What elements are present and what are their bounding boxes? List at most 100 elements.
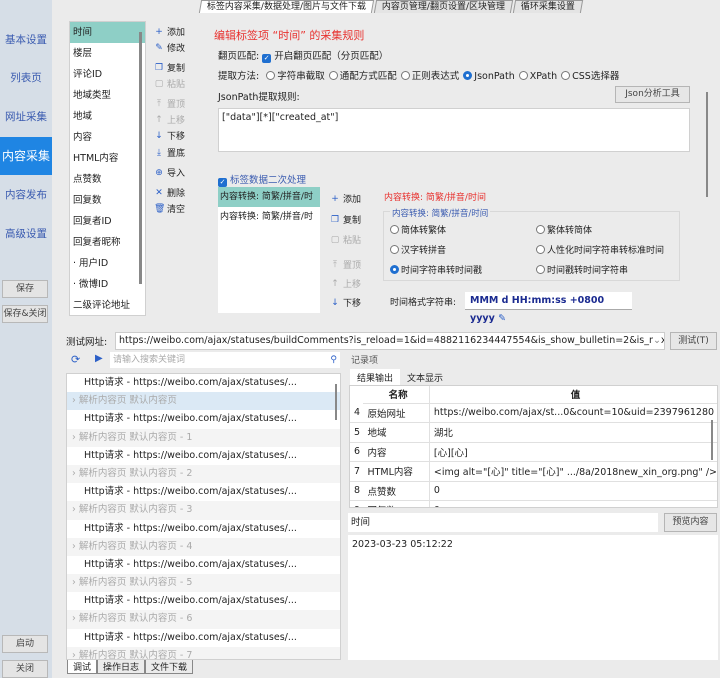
conversion-option[interactable]: 简体转繁体 [386, 223, 446, 236]
move-down-button[interactable]: ↓ 下移 [154, 129, 185, 143]
preview-button[interactable]: 预览内容 [664, 513, 717, 532]
chevron-right-icon[interactable]: › [72, 395, 79, 406]
tab-log[interactable]: 操作日志 [97, 660, 146, 674]
tree-http-node[interactable]: Http请求 - https://weibo.com/ajax/statuses… [67, 447, 340, 465]
tag-list-item[interactable]: 时间 [70, 22, 145, 43]
chevron-down-icon[interactable]: ⌄ [653, 333, 661, 349]
tab-debug[interactable]: 调试 [67, 660, 98, 674]
secondary-item[interactable]: 内容转换: 简繁/拼音/时 [218, 187, 320, 207]
tree-parse-node[interactable]: › 解析内容页 默认内容页 - 1 [67, 428, 340, 447]
tag-list-item[interactable]: 回复者昵称 [70, 232, 145, 253]
tree-http-node[interactable]: Http请求 - https://weibo.com/ajax/statuses… [67, 483, 340, 501]
tag-list-item[interactable]: · 用户ID [70, 253, 145, 274]
secondary-move-top-button[interactable]: ⤒ 置顶 [330, 258, 361, 272]
conversion-radio[interactable] [390, 225, 399, 234]
move-bottom-button[interactable]: ⤓ 置底 [154, 146, 185, 160]
sidebar-item-advanced[interactable]: 高级设置 [0, 216, 52, 252]
edit-button[interactable]: ✎ 修改 [154, 41, 185, 55]
conversion-option[interactable]: 人性化时间字符串转标准时间 [532, 243, 664, 256]
tree-parse-node[interactable]: › 解析内容页 默认内容页 - 6 [67, 610, 340, 629]
tab-content-page[interactable]: 内容页管理/翻页设置/区块管理 [373, 0, 514, 13]
secondary-checkbox[interactable]: ✓ [218, 178, 227, 187]
sidebar-item-basic[interactable]: 基本设置 [0, 22, 52, 58]
tree-parse-node[interactable]: › 解析内容页 默认内容页 - 2 [67, 464, 340, 484]
tag-list-item[interactable]: 地域类型 [70, 85, 145, 106]
save-button[interactable]: 保存 [2, 280, 48, 298]
secondary-paste-button[interactable]: ▢ 粘贴 [330, 233, 361, 247]
close-button[interactable]: 关闭 [2, 660, 48, 678]
tag-list-item[interactable]: 回复者ID [70, 211, 145, 232]
delete-button[interactable]: ✕ 删除 [154, 186, 185, 200]
tree-parse-node[interactable]: › 解析内容页 默认内容页 - 7 [67, 646, 340, 659]
conversion-radio[interactable] [390, 245, 399, 254]
tag-list-item[interactable]: 二级评论地址 [70, 295, 145, 316]
import-button[interactable]: ⊕ 导入 [154, 166, 185, 180]
tree-http-node[interactable]: Http请求 - https://weibo.com/ajax/statuses… [67, 556, 340, 574]
format-input[interactable]: MMM d HH:mm:ss +0800 yyyy ✎ [465, 292, 632, 324]
sidebar-item-list-page[interactable]: 列表页 [0, 60, 52, 96]
tag-list-item[interactable]: 点赞数 [70, 169, 145, 190]
search-icon[interactable]: ⚲ [330, 352, 337, 368]
conversion-option[interactable]: 汉字转拼音 [386, 243, 446, 256]
secondary-item[interactable]: 内容转换: 简繁/拼音/时 [218, 207, 320, 227]
conversion-radio[interactable] [536, 245, 545, 254]
tree-parse-node[interactable]: › 解析内容页 默认内容页 - 4 [67, 537, 340, 556]
chevron-right-icon[interactable]: › [72, 468, 79, 479]
secondary-copy-button[interactable]: ❐ 复制 [330, 213, 361, 227]
add-button[interactable]: + 添加 [154, 25, 185, 39]
tag-list-item[interactable]: 回复数 [70, 190, 145, 211]
chevron-right-icon[interactable]: › [72, 650, 79, 659]
conversion-radio[interactable] [536, 265, 545, 274]
method-radio[interactable] [463, 71, 473, 80]
search-input[interactable]: 请输入搜索关键词 ⚲ [110, 352, 340, 368]
chevron-right-icon[interactable]: › [72, 432, 79, 443]
field-name-input[interactable]: 时间 [348, 513, 658, 532]
conversion-radio[interactable] [390, 265, 399, 274]
tree-parse-node[interactable]: › 解析内容页 默认内容页 - 3 [67, 501, 340, 520]
method-radio[interactable] [266, 71, 276, 80]
tree-http-node[interactable]: Http请求 - https://weibo.com/ajax/statuses… [67, 520, 340, 538]
tag-list-item[interactable]: HTML内容 [70, 148, 145, 169]
tag-list-item[interactable]: 楼层 [70, 43, 145, 64]
rule-textarea[interactable]: ["data"][*]["created_at"] [218, 108, 690, 152]
tag-list-item[interactable]: 评论ID [70, 64, 145, 85]
table-row[interactable]: 7 HTML内容 <img alt="[心]" title="[心]" .../8a… [350, 461, 717, 482]
conversion-option[interactable]: 时间字符串转时间戳 [386, 263, 482, 276]
tag-list-item[interactable]: 内容 [70, 127, 145, 148]
json-tool-button[interactable]: Json分析工具 [615, 86, 690, 103]
method-radio[interactable] [518, 71, 528, 80]
tree-http-node[interactable]: Http请求 - https://weibo.com/ajax/statuses… [67, 629, 340, 647]
tab-download[interactable]: 文件下载 [145, 660, 194, 674]
tab-tag-content[interactable]: 标签内容采集/数据处理/图片与文件下载 [198, 0, 375, 13]
chevron-right-icon[interactable]: › [72, 504, 79, 515]
method-radio[interactable] [400, 71, 410, 80]
method-radio[interactable] [328, 71, 338, 80]
move-up-button[interactable]: ↑ 上移 [154, 113, 185, 127]
table-row[interactable]: 6 内容 [心][心] [350, 442, 717, 462]
tree-scrollbar[interactable] [335, 384, 337, 420]
conversion-option[interactable]: 繁体转简体 [532, 223, 592, 236]
paste-button[interactable]: ▢ 粘贴 [154, 77, 185, 91]
secondary-move-down-button[interactable]: ↓ 下移 [330, 296, 361, 310]
secondary-add-button[interactable]: + 添加 [330, 192, 361, 206]
tree-http-node[interactable]: Http请求 - https://weibo.com/ajax/statuses… [67, 592, 340, 610]
tag-list-scrollbar[interactable] [139, 32, 142, 284]
tree-http-node[interactable]: Http请求 - https://weibo.com/ajax/statuses… [67, 374, 340, 392]
tree-parse-node[interactable]: › 解析内容页 默认内容页 - 5 [67, 574, 340, 593]
conversion-option[interactable]: 时间戳转时间字符串 [532, 263, 628, 276]
sidebar-item-publish[interactable]: 内容发布 [0, 177, 52, 213]
table-row[interactable]: 8 点赞数 0 [350, 481, 717, 501]
editor-scrollbar[interactable] [706, 92, 708, 197]
start-button[interactable]: 启动 [2, 635, 48, 653]
test-url-combo[interactable]: https://weibo.com/ajax/statuses/buildCom… [115, 332, 665, 350]
move-top-button[interactable]: ⤒ 置顶 [154, 97, 185, 111]
chevron-right-icon[interactable]: › [72, 613, 79, 624]
secondary-move-up-button[interactable]: ↑ 上移 [330, 277, 361, 291]
tag-list-item[interactable]: 地域 [70, 106, 145, 127]
table-row[interactable]: 9回复数0 [350, 500, 717, 507]
save-close-button[interactable]: 保存&关闭 [2, 305, 48, 323]
page-match-checkbox[interactable]: ✓ [262, 54, 272, 63]
test-button[interactable]: 测试(T) [670, 332, 717, 350]
chevron-right-icon[interactable]: › [72, 577, 79, 588]
edit-icon[interactable]: ✎ [498, 313, 506, 324]
